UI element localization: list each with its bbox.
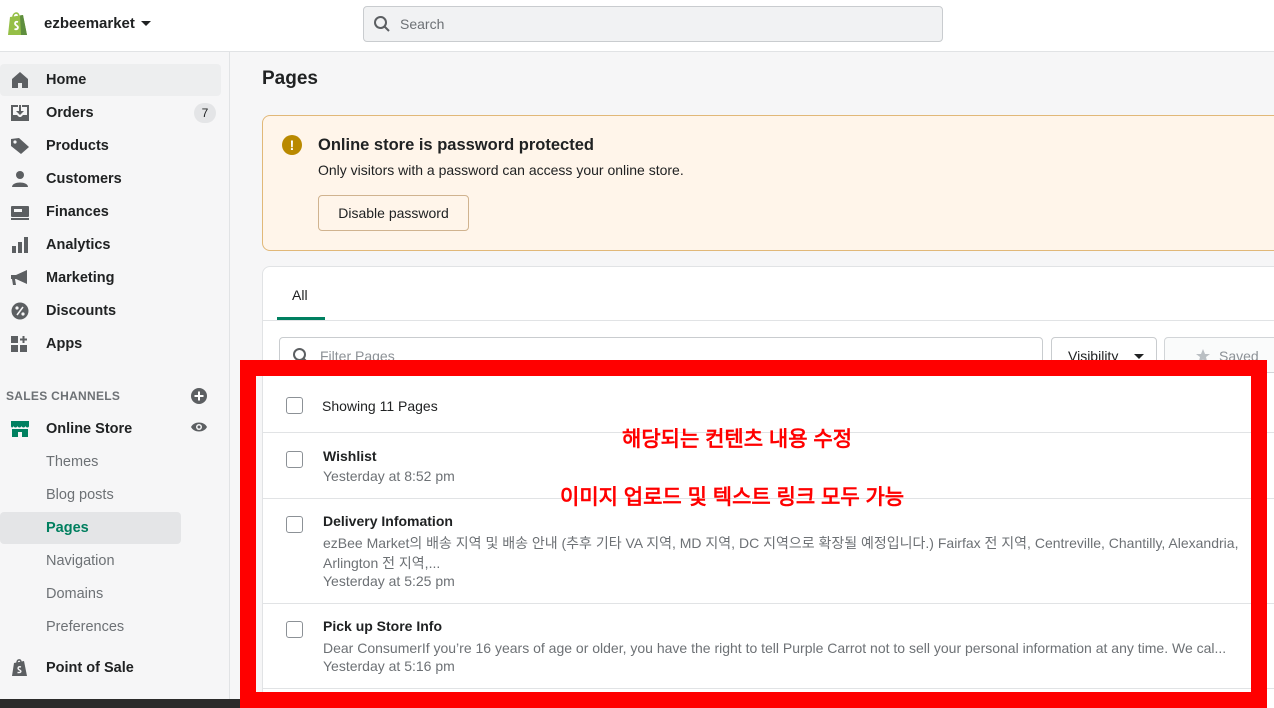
orders-icon: [11, 105, 29, 121]
sidebar-item-products[interactable]: Products: [0, 130, 221, 162]
discount-icon: [11, 302, 29, 320]
megaphone-icon: [11, 270, 27, 285]
sidebar-item-point-of-sale[interactable]: Point of Sale: [0, 652, 221, 684]
sidebar-item-label: Apps: [46, 336, 83, 352]
add-channel-plus-icon[interactable]: [190, 387, 208, 405]
eye-icon[interactable]: [190, 420, 208, 434]
sidebar-item-label: Finances: [46, 204, 109, 220]
pos-bag-icon: [12, 659, 27, 676]
warning-icon: !: [282, 135, 302, 155]
page-title-link[interactable]: Delivery Infomation: [323, 513, 453, 529]
search-input[interactable]: Search: [363, 6, 943, 42]
sidebar-item-label: Products: [46, 138, 109, 154]
sidebar-item-label: Marketing: [46, 270, 115, 286]
sidebar-subitem-label: Themes: [46, 454, 99, 470]
row-checkbox[interactable]: [286, 621, 303, 638]
sidebar-item-label: Analytics: [46, 237, 111, 253]
filter-placeholder: Filter Pages: [320, 348, 395, 364]
search-icon: [293, 348, 309, 364]
sidebar-item-label: Customers: [46, 171, 122, 187]
search-icon: [374, 16, 390, 32]
sidebar-subitem-navigation[interactable]: Navigation: [0, 545, 181, 577]
home-icon: [12, 72, 28, 88]
saved-button[interactable]: Saved: [1164, 337, 1274, 373]
sidebar-item-discounts[interactable]: Discounts: [0, 295, 221, 327]
sales-channels-heading: SALES CHANNELS: [6, 389, 121, 403]
star-icon: [1196, 349, 1210, 363]
orders-count-badge: 7: [194, 103, 216, 123]
divider: [263, 320, 1274, 321]
annotation-text: 해당되는 컨텐츠 내용 수정: [622, 428, 853, 451]
sidebar-item-analytics[interactable]: Analytics: [0, 229, 221, 261]
saved-label: Saved: [1219, 348, 1259, 364]
sidebar-subitem-themes[interactable]: Themes: [0, 446, 181, 478]
finances-icon: [11, 206, 29, 220]
top-bar: ezbeemarket Search: [0, 0, 1274, 52]
sidebar-subitem-label: Pages: [46, 520, 89, 536]
row-checkbox[interactable]: [286, 516, 303, 533]
visibility-dropdown[interactable]: Visibility: [1051, 337, 1157, 373]
sidebar-subitem-label: Preferences: [46, 619, 125, 635]
store-icon: [11, 421, 29, 437]
table-row[interactable]: Delivery Infomation ezBee Market의 배송 지역 …: [263, 499, 1274, 604]
page-date: Yesterday at 5:25 pm: [323, 573, 455, 589]
annotation-text: 이미지 업로드 및 텍스트 링크 모두 가능: [560, 486, 905, 509]
store-name[interactable]: ezbeemarket: [44, 15, 135, 32]
page-date: Yesterday at 5:16 pm: [323, 658, 455, 674]
sidebar-item-home[interactable]: Home: [0, 64, 221, 96]
sidebar-item-apps[interactable]: Apps: [0, 328, 221, 360]
sidebar-item-orders[interactable]: Orders 7: [0, 97, 221, 129]
sidebar-subitem-blog-posts[interactable]: Blog posts: [0, 479, 181, 511]
tag-icon: [11, 138, 29, 154]
tab-label: All: [292, 287, 308, 303]
sidebar-subitem-preferences[interactable]: Preferences: [0, 611, 181, 643]
select-all-checkbox[interactable]: [286, 397, 303, 414]
apps-icon: [11, 336, 27, 352]
sidebar-item-online-store[interactable]: Online Store: [0, 413, 221, 445]
browser-status-bar: [0, 699, 240, 708]
sidebar-subitem-label: Navigation: [46, 553, 115, 569]
page-title-link[interactable]: Pick up Store Info: [323, 618, 442, 634]
sidebar-subitem-label: Domains: [46, 586, 104, 602]
page-excerpt: ezBee Market의 배송 지역 및 배송 안내 (추후 기타 VA 지역…: [323, 535, 1239, 571]
sidebar-item-label: Online Store: [46, 421, 133, 437]
chevron-down-icon[interactable]: [141, 21, 151, 26]
page-title: Pages: [262, 68, 318, 89]
visibility-label: Visibility: [1068, 348, 1119, 364]
disable-password-button[interactable]: Disable password: [318, 195, 469, 231]
banner-text: Only visitors with a password can access…: [318, 162, 684, 178]
sidebar-item-marketing[interactable]: Marketing: [0, 262, 221, 294]
sidebar-subitem-label: Blog posts: [46, 487, 114, 503]
sidebar-item-finances[interactable]: Finances: [0, 196, 221, 228]
table-row[interactable]: Pick up Store Info Dear ConsumerIf you’r…: [263, 604, 1274, 689]
search-placeholder: Search: [400, 16, 445, 32]
showing-count: Showing 11 Pages: [322, 398, 438, 414]
person-icon: [12, 171, 28, 187]
sidebar-item-label: Home: [46, 72, 87, 88]
sidebar-item-label: Point of Sale: [46, 660, 134, 676]
page-excerpt: Dear ConsumerIf you’re 16 years of age o…: [323, 640, 1227, 656]
sidebar-item-label: Orders: [46, 105, 94, 121]
shopify-logo-icon[interactable]: [6, 11, 30, 37]
filter-pages-input[interactable]: Filter Pages: [279, 337, 1043, 373]
sidebar-item-customers[interactable]: Customers: [0, 163, 221, 195]
chevron-down-icon: [1134, 354, 1144, 359]
banner-title: Online store is password protected: [318, 136, 594, 154]
page-title-link[interactable]: Wishlist: [323, 448, 377, 464]
row-checkbox[interactable]: [286, 451, 303, 468]
bar-chart-icon: [12, 237, 28, 253]
page-date: Yesterday at 8:52 pm: [323, 468, 455, 484]
tab-all[interactable]: All: [277, 267, 325, 320]
sidebar-subitem-domains[interactable]: Domains: [0, 578, 181, 610]
password-protected-banner: ! Online store is password protected Onl…: [262, 115, 1274, 251]
sidebar-subitem-pages[interactable]: Pages: [0, 512, 181, 544]
sidebar-item-label: Discounts: [46, 303, 117, 319]
sidebar: Home Orders 7 Products Customers Finance…: [0, 52, 230, 708]
